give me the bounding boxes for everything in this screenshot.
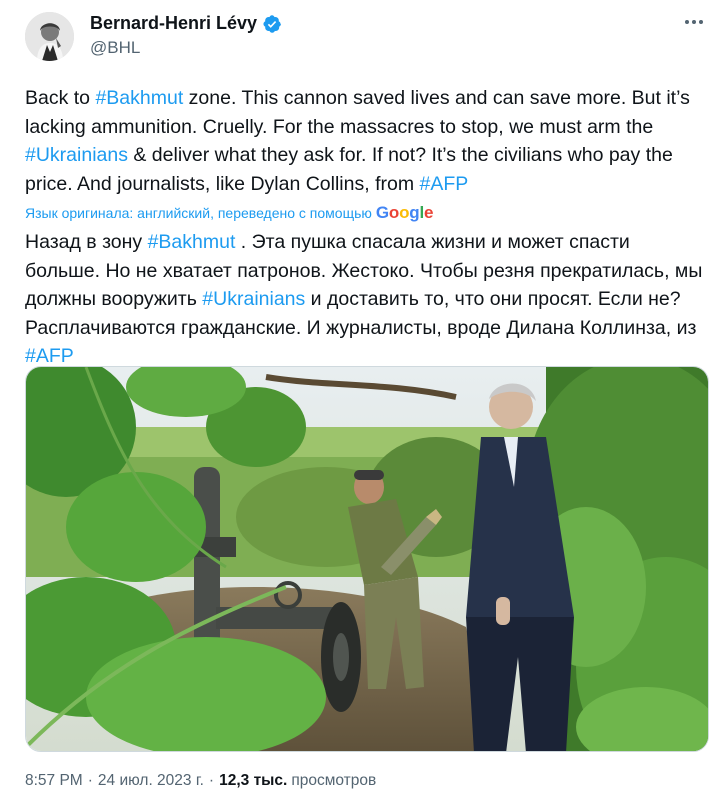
text-segment: Back to: [25, 87, 96, 109]
tweet-date[interactable]: 24 июл. 2023 г.: [98, 772, 204, 790]
verified-badge-icon: [263, 14, 281, 33]
hashtag-link[interactable]: #Ukrainians: [202, 288, 305, 310]
google-logo: Google: [375, 203, 434, 222]
more-horizontal-icon[interactable]: [683, 16, 705, 28]
translated-text: Назад в зону #Bakhmut . Эта пушка спасал…: [25, 228, 705, 371]
translation-notice: Язык оригинала: английский, переведено с…: [25, 203, 433, 223]
tweet-time[interactable]: 8:57 PM: [25, 772, 83, 790]
author-display-name[interactable]: Bernard-Henri Lévy: [90, 13, 257, 34]
author-handle[interactable]: @BHL: [90, 38, 140, 58]
tweet-photo[interactable]: [25, 366, 709, 752]
author-name-row: Bernard-Henri Lévy: [90, 13, 282, 34]
tweet-meta: 8:57 PM · 24 июл. 2023 г. · 12,3 тыс. пр…: [25, 772, 376, 790]
hashtag-link[interactable]: #Bakhmut: [95, 87, 183, 109]
views-label: просмотров: [291, 772, 377, 789]
hashtag-link[interactable]: #AFP: [420, 173, 469, 195]
translation-notice-text: Язык оригинала: английский, переведено с…: [25, 205, 372, 221]
meta-separator: ·: [87, 772, 93, 789]
avatar[interactable]: [25, 12, 74, 61]
hashtag-link[interactable]: #AFP: [25, 345, 74, 367]
hashtag-link[interactable]: #Ukrainians: [25, 144, 128, 166]
tweet: Bernard-Henri Lévy @BHL Back to #Bakhmut…: [0, 0, 721, 800]
text-segment: Назад в зону: [25, 231, 148, 253]
tweet-text: Back to #Bakhmut zone. This cannon saved…: [25, 84, 705, 198]
meta-separator: ·: [208, 772, 215, 789]
hashtag-link[interactable]: #Bakhmut: [148, 231, 236, 253]
views-count: 12,3 тыс.: [219, 772, 288, 789]
